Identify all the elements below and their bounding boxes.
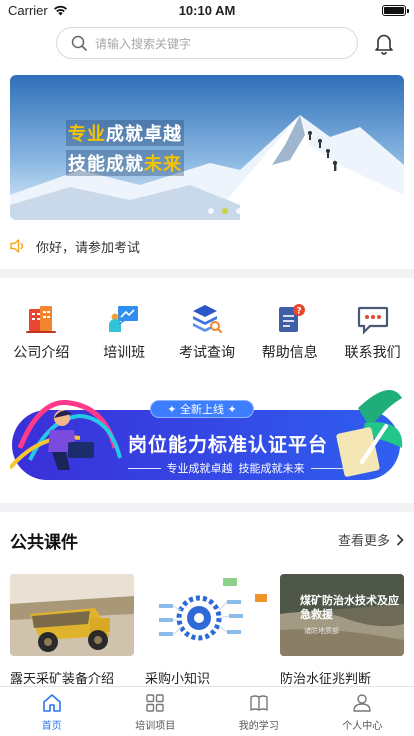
status-bar: Carrier 10:10 AM: [0, 0, 414, 22]
carousel-dot[interactable]: [236, 208, 242, 214]
promo-badge: ✦ 全新上线 ✦: [150, 400, 254, 418]
tab-home[interactable]: 首页: [0, 687, 104, 736]
category-nav: 公司介绍 培训班 考试查询 ? 帮助信息 联系我们: [0, 302, 414, 362]
category-label: 考试查询: [178, 345, 235, 361]
tab-label: 我的学习: [238, 721, 279, 732]
tab-label: 个人中心: [342, 721, 383, 732]
category-label: 公司介绍: [13, 345, 70, 361]
banner-carousel[interactable]: 专业成就卓越 技能成就未来: [10, 75, 404, 220]
exam-icon: [192, 305, 223, 334]
promo-title: 岗位能力标准认证平台: [128, 434, 329, 456]
bottom-tab-bar: 首页 培训项目 我的学习 个人中心: [0, 686, 414, 736]
battery-icon: [382, 5, 409, 16]
course-thumbnail: 煤矿防治水技术及应急救援 诸防地质部: [280, 574, 404, 656]
contact-icon: [357, 306, 388, 335]
course-title: 露天采矿装备介绍: [10, 672, 115, 687]
banner-slogan-2: 技能成就未来: [66, 150, 184, 176]
company-icon: [26, 306, 57, 333]
course-title: 采购小知识: [145, 672, 211, 687]
home-icon: [42, 694, 61, 712]
thumb-overlay-caption: 诸防地质部: [304, 627, 339, 635]
carousel-dot-active[interactable]: [222, 208, 228, 214]
search-input[interactable]: 请输入搜索关键字: [56, 27, 358, 59]
promo-banner[interactable]: ✦ 全新上线 ✦ 岗位能力标准认证平台 专业成就卓越 技能成就未来: [8, 378, 404, 488]
banner-slogan-1: 专业成就卓越: [66, 120, 184, 146]
bell-icon[interactable]: [372, 31, 396, 55]
category-contact[interactable]: 联系我们: [331, 302, 414, 362]
thumb-overlay-text: 煤矿防治水技术及应急救援: [300, 594, 399, 621]
training-icon: [109, 306, 139, 332]
tab-label: 培训项目: [135, 721, 176, 732]
search-icon: [71, 35, 87, 51]
promo-sub-a: 专业成就卓越: [166, 462, 233, 475]
svg-text:?: ?: [296, 307, 301, 317]
user-icon: [353, 694, 371, 712]
chevron-right-icon: [396, 533, 404, 546]
category-help[interactable]: ? 帮助信息: [248, 302, 331, 362]
speaker-icon: [10, 239, 23, 253]
search-placeholder: 请输入搜索关键字: [95, 36, 192, 51]
course-card[interactable]: 煤矿防治水技术及应急救援 诸防地质部 防治水征兆判断: [280, 574, 404, 687]
tab-profile[interactable]: 个人中心: [311, 687, 414, 736]
category-training[interactable]: 培训班: [83, 302, 166, 362]
category-exam[interactable]: 考试查询: [166, 302, 249, 362]
help-icon: ?: [278, 304, 305, 332]
promo-sub-b: 技能成就未来: [238, 462, 305, 475]
promo-subtitle: 专业成就卓越 技能成就未来: [128, 460, 343, 476]
tab-my-learning[interactable]: 我的学习: [207, 687, 311, 736]
carousel-dot[interactable]: [208, 208, 214, 214]
section-title: 公共课件: [10, 533, 78, 553]
section-divider: [0, 503, 414, 512]
search-row: 请输入搜索关键字: [0, 27, 414, 59]
notice-bar[interactable]: 你好，请参加考试: [10, 236, 140, 256]
notice-text: 你好，请参加考试: [36, 240, 141, 256]
section-divider: [0, 269, 414, 278]
banner-image: [10, 75, 404, 220]
category-label: 培训班: [103, 345, 146, 361]
carousel-dots: [208, 208, 242, 214]
course-thumbnail: [10, 574, 134, 656]
course-thumbnail: [145, 574, 269, 656]
grid-icon: [146, 694, 164, 712]
courses-header: 公共课件 查看更多: [10, 528, 404, 553]
category-company[interactable]: 公司介绍: [0, 302, 83, 362]
course-card[interactable]: 采购小知识: [145, 574, 269, 687]
view-more-link[interactable]: 查看更多: [338, 530, 404, 549]
book-icon: [250, 695, 268, 711]
course-card[interactable]: 露天采矿装备介绍: [10, 574, 134, 687]
course-title: 防治水征兆判断: [280, 672, 372, 687]
tab-label: 首页: [41, 721, 62, 732]
category-label: 联系我们: [344, 345, 401, 361]
status-time: 10:10 AM: [178, 3, 236, 18]
tab-training-projects[interactable]: 培训项目: [104, 687, 208, 736]
category-label: 帮助信息: [261, 345, 318, 361]
